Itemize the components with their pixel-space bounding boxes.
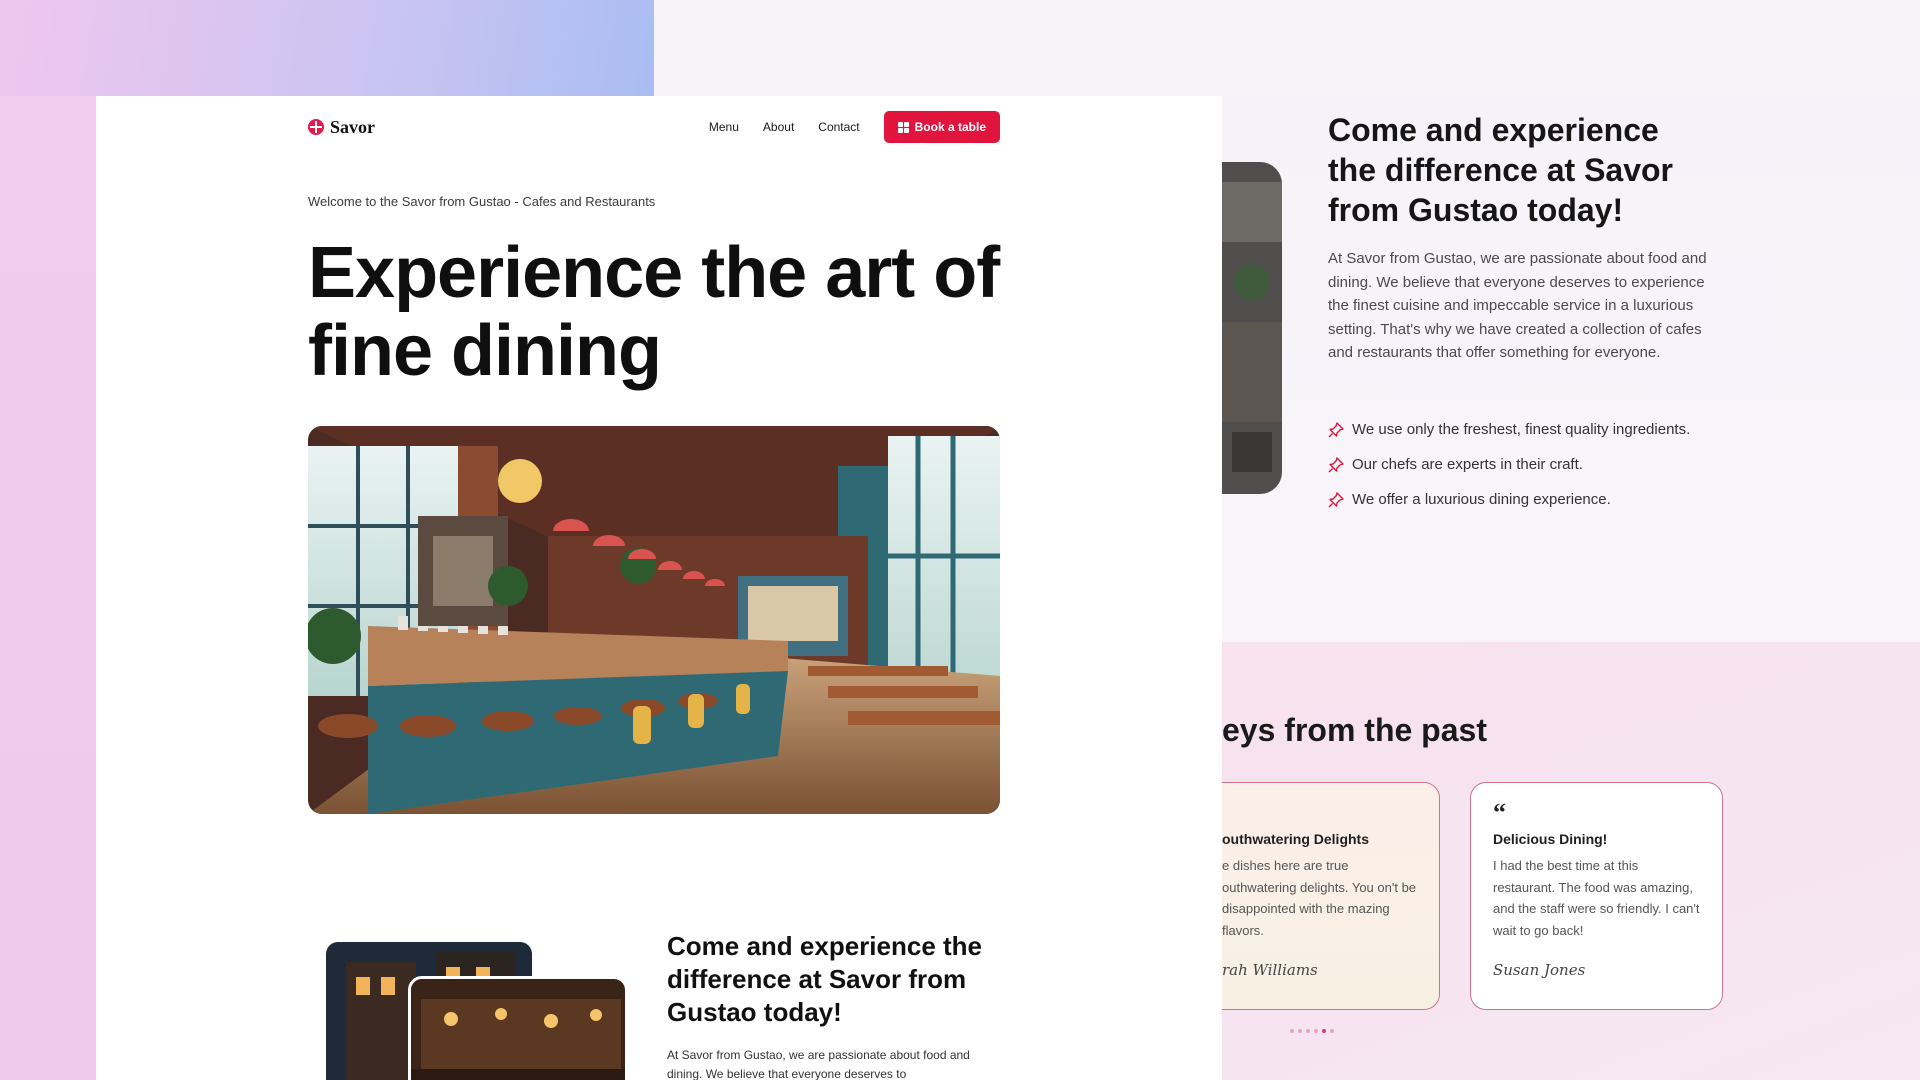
feature-item: Our chefs are experts in their craft. [1328, 447, 1748, 482]
testimonial-card[interactable]: “ Delicious Dining! I had the best time … [1470, 782, 1723, 1010]
carousel-dot[interactable] [1322, 1029, 1326, 1033]
book-a-table-button[interactable]: Book a table [883, 111, 1000, 143]
pin-icon [1328, 456, 1344, 472]
grid-icon [897, 121, 909, 133]
testimonials-title-text: eys from the past [1222, 712, 1487, 748]
about-body: At Savor from Gustao, we are passionate … [1328, 250, 1707, 362]
feature-item: We offer a luxurious dining experience. [1328, 482, 1748, 517]
feature-list: We use only the freshest, finest quality… [1328, 412, 1748, 517]
logo-text: Savor [330, 116, 375, 137]
carousel-dot[interactable] [1298, 1029, 1302, 1033]
restaurant-interior-image [308, 426, 1000, 814]
testimonials-title: eys from the past [1222, 712, 1582, 756]
pin-icon [1328, 421, 1344, 437]
testimonial-title: outhwatering Delights [1222, 831, 1369, 847]
about-body-preview: At Savor from Gustao, we are passionate … [667, 1048, 970, 1080]
cafe-interior-image [408, 976, 628, 1080]
feature-item: We use only the freshest, finest quality… [1328, 412, 1748, 447]
testimonial-author-signature: rah Williams [1222, 961, 1318, 980]
carousel-pagination [1290, 1029, 1334, 1033]
quote-icon: “ [1493, 798, 1506, 827]
hero-title: Experience the art of fine dining [308, 233, 1000, 391]
about-image-strip [1222, 162, 1282, 494]
feature-text: Our chefs are experts in their craft. [1352, 456, 1583, 473]
nav-link-menu[interactable]: Menu [709, 120, 739, 134]
pin-icon [1328, 491, 1344, 507]
carousel-dot[interactable] [1306, 1029, 1310, 1033]
book-a-table-label: Book a table [914, 120, 986, 134]
testimonial-text: I had the best time at this restaurant. … [1493, 858, 1700, 938]
top-navigation: Savor Menu About Contact Book a table [308, 110, 1000, 144]
carousel-dot[interactable] [1330, 1029, 1334, 1033]
background-top-band [654, 0, 1920, 96]
hero-eyebrow: Welcome to the Savor from Gustao - Cafes… [308, 194, 656, 209]
restaurant-image-stack [324, 940, 638, 1080]
testimonial-title: Delicious Dining! [1493, 831, 1608, 847]
carousel-dot[interactable] [1314, 1029, 1318, 1033]
feature-text: We offer a luxurious dining experience. [1352, 491, 1611, 508]
nav-links: Menu About Contact Book a table [709, 111, 1000, 143]
testimonial-text: e dishes here are true outhwatering deli… [1222, 858, 1417, 938]
testimonial-author-signature: Susan Jones [1493, 961, 1586, 980]
nav-link-about[interactable]: About [763, 120, 794, 134]
background-gradient-corner [0, 0, 654, 96]
savor-logo-icon [308, 119, 324, 135]
logo[interactable]: Savor [308, 117, 375, 138]
about-title: Come and experience the difference at Sa… [1328, 112, 1673, 228]
testimonial-card[interactable]: “ outhwatering Delights e dishes here ar… [1222, 782, 1440, 1010]
nav-link-contact[interactable]: Contact [818, 120, 859, 134]
carousel-dot[interactable] [1290, 1029, 1294, 1033]
feature-text: We use only the freshest, finest quality… [1352, 421, 1691, 438]
landing-page-preview: Savor Menu About Contact Book a table We… [96, 96, 1222, 1080]
about-title-preview: Come and experience the difference at Sa… [667, 931, 982, 1027]
background-left-band [0, 96, 96, 1080]
